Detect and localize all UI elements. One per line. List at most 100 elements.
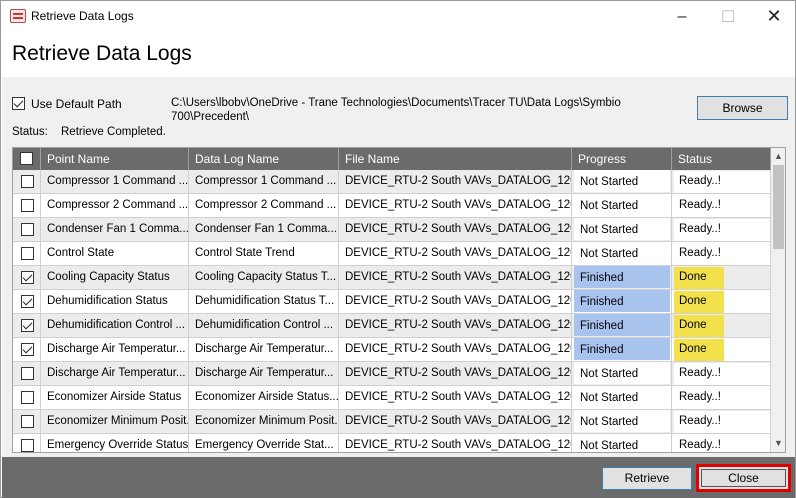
status-value-badge: Ready..! [674, 171, 770, 193]
app-icon [10, 9, 26, 23]
progress-value: Finished [574, 266, 670, 288]
cell-data-log-name: Condenser Fan 1 Comma... [189, 218, 339, 242]
use-default-path-label: Use Default Path [31, 97, 122, 111]
cell-file-name: DEVICE_RTU-2 South VAVs_DATALOG_120... [339, 386, 572, 410]
select-all-checkbox[interactable] [20, 152, 33, 165]
header-select-cell [13, 148, 41, 170]
table-row[interactable]: Compressor 1 Command ... Compressor 1 Com… [13, 170, 771, 194]
cell-status: Done [672, 266, 771, 290]
table-row[interactable]: Dehumidification Control ... Dehumidifica… [13, 314, 771, 338]
row-checkbox[interactable] [21, 295, 34, 308]
row-checkbox[interactable] [21, 367, 34, 380]
row-checkbox[interactable] [21, 223, 34, 236]
cell-point-name: Dehumidification Control ... [41, 314, 189, 338]
progress-value: Not Started [574, 218, 670, 240]
cell-data-log-name: Economizer Minimum Posit... [189, 410, 339, 434]
cell-file-name: DEVICE_RTU-2 South VAVs_DATALOG_120... [339, 314, 572, 338]
cell-select [13, 314, 41, 338]
minimize-icon[interactable]: – [659, 1, 705, 32]
table-row[interactable]: Condenser Fan 1 Comma... Condenser Fan 1 … [13, 218, 771, 242]
status-value-badge: Ready..! [674, 387, 770, 409]
cell-file-name: DEVICE_RTU-2 South VAVs_DATALOG_120... [339, 290, 572, 314]
status-value-badge: Ready..! [674, 243, 770, 265]
table-row[interactable]: Dehumidification Status Dehumidification … [13, 290, 771, 314]
close-icon[interactable]: ✕ [751, 1, 796, 32]
row-checkbox[interactable] [21, 175, 34, 188]
close-button-label: Close [728, 471, 759, 485]
cell-select [13, 290, 41, 314]
progress-value: Finished [574, 290, 670, 312]
cell-status: Ready..! [672, 386, 771, 410]
content-panel: Use Default Path C:\Users\lbobv\OneDrive… [2, 77, 795, 457]
row-checkbox[interactable] [21, 319, 34, 332]
cell-file-name: DEVICE_RTU-2 South VAVs_DATALOG_120... [339, 434, 572, 452]
status-value-badge: Ready..! [674, 219, 770, 241]
cell-select [13, 362, 41, 386]
progress-value: Finished [574, 338, 670, 360]
row-checkbox[interactable] [21, 391, 34, 404]
status-value-badge: Done [674, 291, 724, 313]
row-checkbox[interactable] [21, 343, 34, 356]
table-row[interactable]: Discharge Air Temperatur... Discharge Air… [13, 362, 771, 386]
cell-select [13, 386, 41, 410]
table-row[interactable]: Cooling Capacity Status Cooling Capacity … [13, 266, 771, 290]
cell-status: Ready..! [672, 434, 771, 452]
cell-status: Ready..! [672, 170, 771, 194]
progress-value: Finished [574, 314, 670, 336]
row-checkbox[interactable] [21, 415, 34, 428]
path-display: C:\Users\lbobv\OneDrive - Trane Technolo… [171, 97, 621, 123]
scrollbar-thumb[interactable] [773, 165, 784, 249]
cell-select [13, 218, 41, 242]
scroll-down-arrow-icon[interactable]: ▼ [771, 435, 785, 452]
cell-select [13, 266, 41, 290]
status-value-badge: Done [674, 315, 724, 337]
maximize-icon[interactable]: ☐ [705, 1, 751, 32]
row-checkbox[interactable] [21, 271, 34, 284]
table-row[interactable]: Economizer Airside Status Economizer Airs… [13, 386, 771, 410]
status-value-badge: Ready..! [674, 411, 770, 433]
browse-button[interactable]: Browse [697, 96, 788, 120]
status-value-badge: Ready..! [674, 435, 770, 452]
table-row[interactable]: Compressor 2 Command ... Compressor 2 Com… [13, 194, 771, 218]
use-default-path-checkbox[interactable] [12, 97, 25, 110]
column-header-progress[interactable]: Progress [572, 148, 672, 170]
column-header-status[interactable]: Status [672, 148, 771, 170]
cell-point-name: Control State [41, 242, 189, 266]
cell-point-name: Discharge Air Temperatur... [41, 338, 189, 362]
progress-value: Not Started [574, 242, 670, 264]
cell-data-log-name: Compressor 1 Command ... [189, 170, 339, 194]
cell-progress: Not Started [572, 170, 672, 194]
vertical-scrollbar[interactable]: ▲ ▼ [771, 148, 785, 452]
cell-progress: Finished [572, 314, 672, 338]
table-row[interactable]: Discharge Air Temperatur... Discharge Air… [13, 338, 771, 362]
row-checkbox[interactable] [21, 247, 34, 260]
progress-value: Not Started [574, 386, 670, 408]
table-row[interactable]: Emergency Override Status Emergency Overr… [13, 434, 771, 452]
data-log-grid: Point Name Data Log Name File Name Progr… [12, 147, 786, 453]
scroll-up-arrow-icon[interactable]: ▲ [771, 148, 785, 165]
table-row[interactable]: Control State Control State Trend DEVICE_R… [13, 242, 771, 266]
cell-point-name: Economizer Minimum Posit... [41, 410, 189, 434]
close-button[interactable]: Close [696, 464, 791, 492]
status-label: Status: [12, 126, 48, 138]
cell-progress: Not Started [572, 194, 672, 218]
cell-point-name: Dehumidification Status [41, 290, 189, 314]
table-row[interactable]: Economizer Minimum Posit... Economizer Mi… [13, 410, 771, 434]
cell-status: Done [672, 290, 771, 314]
cell-data-log-name: Discharge Air Temperatur... [189, 362, 339, 386]
column-header-file-name[interactable]: File Name [339, 148, 572, 170]
cell-progress: Not Started [572, 362, 672, 386]
cell-file-name: DEVICE_RTU-2 South VAVs_DATALOG_120... [339, 170, 572, 194]
cell-file-name: DEVICE_RTU-2 South VAVs_DATALOG_120... [339, 410, 572, 434]
row-checkbox[interactable] [21, 199, 34, 212]
progress-value: Not Started [574, 362, 670, 384]
row-checkbox[interactable] [21, 439, 34, 452]
column-header-point-name[interactable]: Point Name [41, 148, 189, 170]
window-title: Retrieve Data Logs [31, 9, 134, 23]
retrieve-button[interactable]: Retrieve [602, 467, 692, 490]
status-value-badge: Ready..! [674, 195, 770, 217]
cell-file-name: DEVICE_RTU-2 South VAVs_DATALOG_120... [339, 194, 572, 218]
cell-progress: Not Started [572, 410, 672, 434]
column-header-data-log-name[interactable]: Data Log Name [189, 148, 339, 170]
cell-progress: Finished [572, 266, 672, 290]
